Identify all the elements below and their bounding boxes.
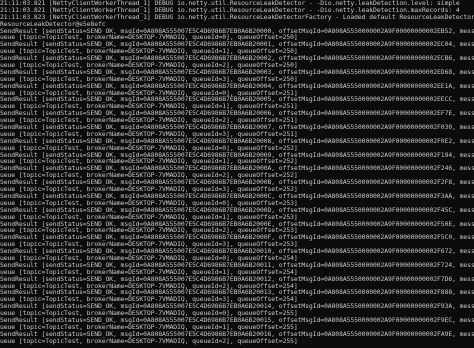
console-line: ueue [topic=TopicTest, brokerName=DESKTO… [0,199,298,207]
console-line: SendResult [sendStatus=SEND_OK, msgId=0A… [0,137,474,145]
console-line: SendResult [sendStatus=SEND_OK, msgId=0A… [0,179,474,187]
console-line: ResourceLeakDetector@e5e8efc [0,20,106,28]
console-output: 21:11:03.821 [NettyClientWorkerThread_1]… [0,0,474,345]
console-line: SendResult [sendStatus=SEND_OK, msgId=0A… [0,303,474,311]
console-line: ueue [topic=TopicTest, brokerName=DESKTO… [0,323,298,331]
console-line: SendResult [sendStatus=SEND_OK, msgId=0A… [0,96,474,104]
console-line: ueue [topic=TopicTest, brokerName=DESKTO… [0,103,298,111]
console-line: SendResult [sendStatus=SEND_OK, msgId=0A… [0,27,474,35]
console-line: ueue [topic=TopicTest, brokerName=DESKTO… [0,48,298,56]
console-line: 21:11:03.823 [NettyClientWorkerThread_1]… [0,13,474,21]
console-line: SendResult [sendStatus=SEND_OK, msgId=0A… [0,192,474,200]
console-line: SendResult [sendStatus=SEND_OK, msgId=0A… [0,68,474,76]
console-line: ueue [topic=TopicTest, brokerName=DESKTO… [0,310,298,317]
console-line: ueue [topic=TopicTest, brokerName=DESKTO… [0,213,298,221]
console-line: SendResult [sendStatus=SEND_OK, msgId=0A… [0,275,474,283]
console-line: ueue [topic=TopicTest, brokerName=DESKTO… [0,268,298,276]
console-line: SendResult [sendStatus=SEND_OK, msgId=0A… [0,41,474,49]
console-line: SendResult [sendStatus=SEND_OK, msgId=0A… [0,220,474,228]
console-line: SendResult [sendStatus=SEND_OK, msgId=0A… [0,316,474,324]
console-line: ueue [topic=TopicTest, brokerName=DESKTO… [0,282,298,290]
console-line: SendResult [sendStatus=SEND_OK, msgId=0A… [0,165,474,173]
console-line: SendResult [sendStatus=SEND_OK, msgId=0A… [0,110,474,118]
console-line: ueue [topic=TopicTest, brokerName=DESKTO… [0,117,298,125]
console-line: ueue [topic=TopicTest, brokerName=DESKTO… [0,144,298,152]
console-line: SendResult [sendStatus=SEND_OK, msgId=0A… [0,289,474,297]
console-line: SendResult [sendStatus=SEND_OK, msgId=0A… [0,330,474,338]
console-line: ueue [topic=TopicTest, brokerName=DESKTO… [0,158,298,166]
console-line: SendResult [sendStatus=SEND_OK, msgId=0A… [0,151,474,159]
console-line: SendResult [sendStatus=SEND_OK, msgId=0A… [0,261,474,269]
console-line: ueue [topic=TopicTest, brokerName=DESKTO… [0,62,298,69]
console-line: ueue [topic=TopicTest, brokerName=DESKTO… [0,241,298,249]
console-line: ueue [topic=TopicTest, brokerName=DESKTO… [0,130,298,138]
console-line: ueue [topic=TopicTest, brokerName=DESKTO… [0,34,298,42]
console-line: SendResult [sendStatus=SEND_OK, msgId=0A… [0,248,474,255]
console-line: ueue [topic=TopicTest, brokerName=DESKTO… [0,75,298,83]
console-line: ueue [topic=TopicTest, brokerName=DESKTO… [0,172,298,180]
console-line: 21:11:03.821 [NettyClientWorkerThread_1]… [0,0,460,7]
console-line: ueue [topic=TopicTest, brokerName=DESKTO… [0,227,298,235]
console-line: ueue [topic=TopicTest, brokerName=DESKTO… [0,89,298,97]
console-line: SendResult [sendStatus=SEND_OK, msgId=0A… [0,234,474,242]
console-line: SendResult [sendStatus=SEND_OK, msgId=0A… [0,55,474,63]
console-line: 21:11:03.821 [NettyClientWorkerThread_1]… [0,6,460,14]
console-line: ueue [topic=TopicTest, brokerName=DESKTO… [0,296,298,304]
console-line: ueue [topic=TopicTest, brokerName=DESKTO… [0,337,298,345]
console-line: ueue [topic=TopicTest, brokerName=DESKTO… [0,254,298,262]
console-line: SendResult [sendStatus=SEND_OK, msgId=0A… [0,82,474,90]
console-window[interactable]: 21:11:03.821 [NettyClientWorkerThread_1]… [0,0,474,348]
console-line: ueue [topic=TopicTest, brokerName=DESKTO… [0,186,298,193]
console-line: SendResult [sendStatus=SEND_OK, msgId=0A… [0,206,474,214]
console-line: SendResult [sendStatus=SEND_OK, msgId=0A… [0,124,474,131]
